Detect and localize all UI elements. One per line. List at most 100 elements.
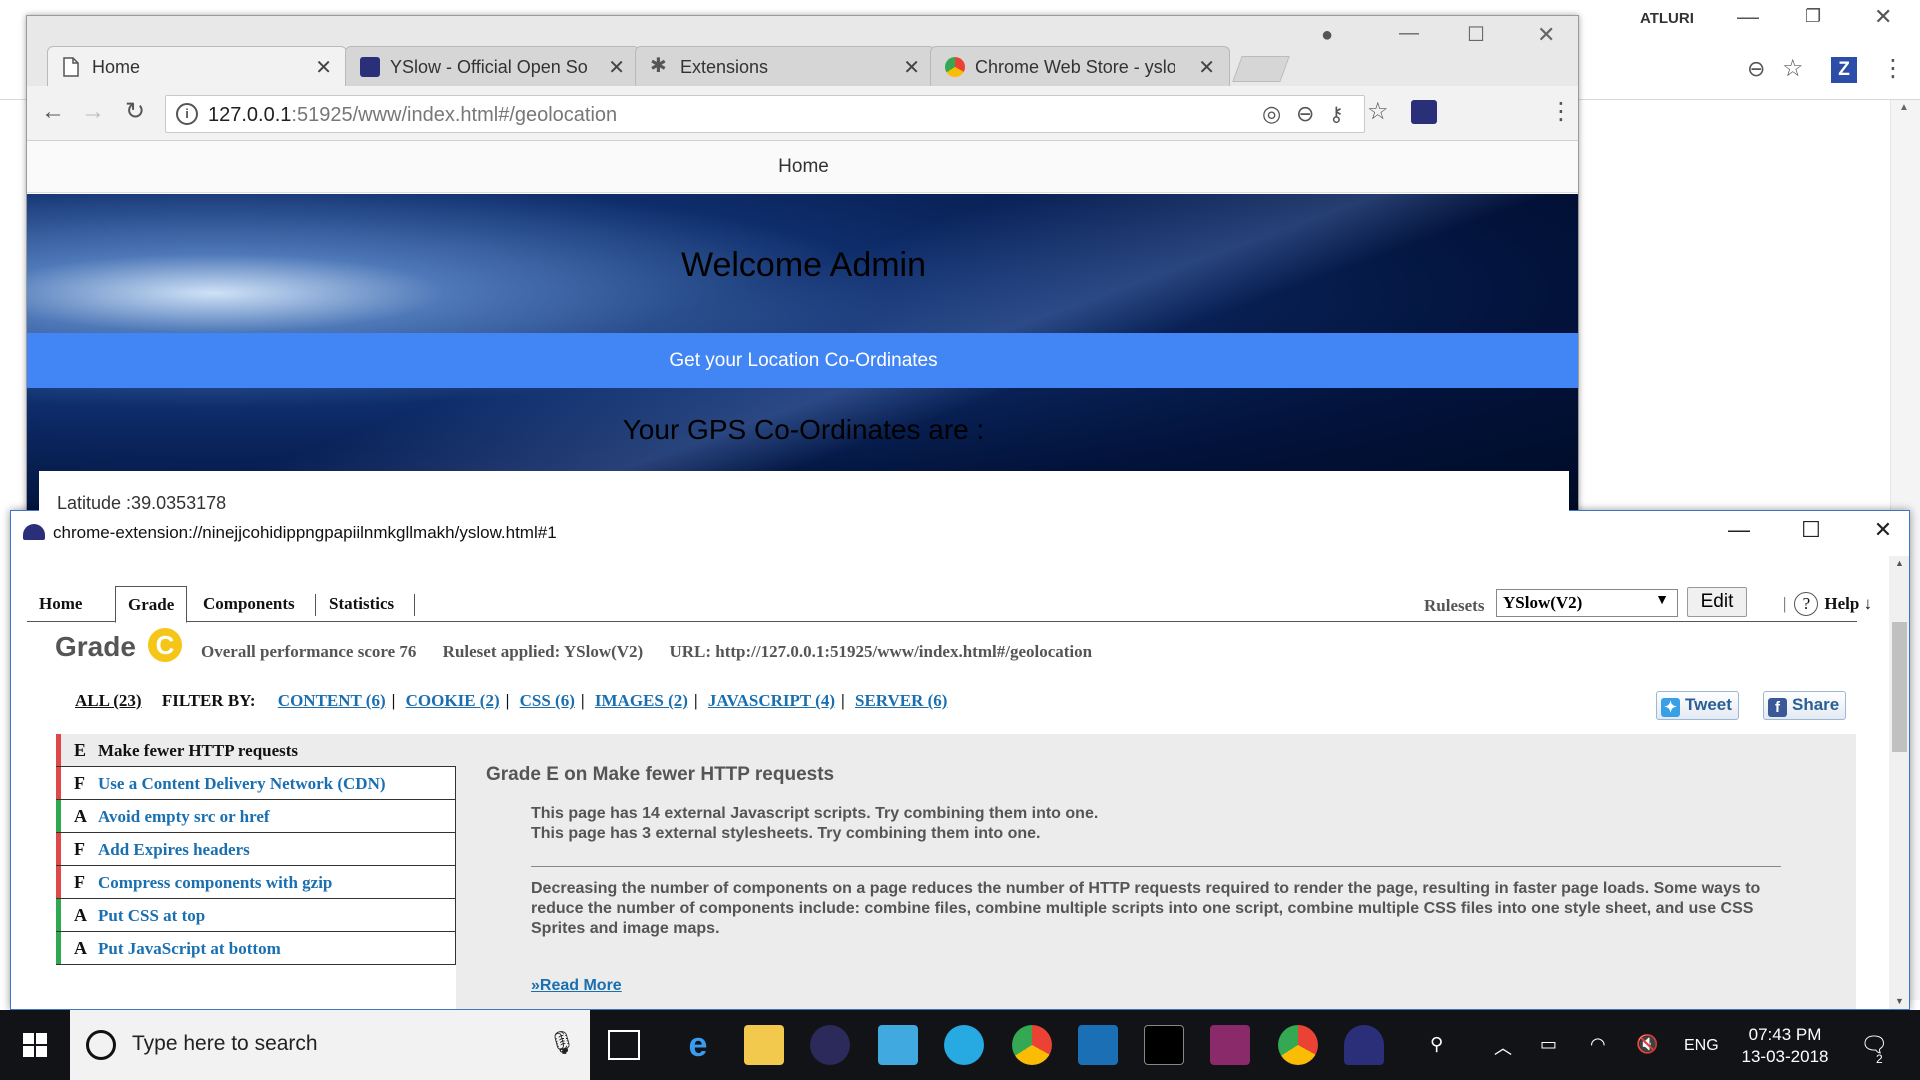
rule-item[interactable]: A Put CSS at top: [56, 899, 456, 932]
tab-home[interactable]: Home ✕: [47, 46, 347, 86]
tab-statistics[interactable]: Statistics: [317, 586, 406, 622]
back-icon[interactable]: ←: [41, 98, 65, 126]
bg-close-button[interactable]: ✕: [1874, 4, 1892, 30]
twitter-bird-icon: ✦: [1661, 698, 1680, 717]
minimize-button[interactable]: —: [1399, 22, 1419, 45]
eclipse-icon[interactable]: [810, 1025, 850, 1065]
language-indicator[interactable]: ENG: [1684, 1037, 1719, 1055]
yslow-popup-window: chrome-extension://ninejjcohidippngpapii…: [10, 510, 1910, 1010]
bg-minimize-button[interactable]: —: [1737, 4, 1759, 30]
scroll-down-icon[interactable]: ▼: [1895, 996, 1904, 1006]
clock[interactable]: 07:43 PM 13-03-2018: [1735, 1024, 1835, 1068]
navbar-title[interactable]: Home: [778, 156, 829, 177]
bg-restore-button[interactable]: ❐: [1805, 6, 1821, 27]
cortana-icon[interactable]: [86, 1030, 116, 1060]
menu-kebab-icon[interactable]: ⋮: [1881, 54, 1905, 83]
tab-extensions[interactable]: ✱ Extensions ✕: [635, 46, 935, 86]
terminal-icon[interactable]: [1144, 1025, 1184, 1065]
new-tab-button[interactable]: [1232, 56, 1290, 82]
tab-yslow[interactable]: YSlow - Official Open So ✕: [345, 46, 640, 86]
rule-status-strip: [56, 866, 61, 898]
rule-item[interactable]: E Make fewer HTTP requests: [56, 734, 456, 767]
filter-css-link[interactable]: CSS (6): [520, 691, 575, 710]
winrar-icon[interactable]: [1210, 1025, 1250, 1065]
filter-server-link[interactable]: SERVER (6): [855, 691, 947, 710]
app-icon[interactable]: [878, 1025, 918, 1065]
url-text[interactable]: 127.0.0.1:51925/www/index.html#/geolocat…: [208, 104, 617, 127]
taskbar-search-box[interactable]: Type here to search 🎙: [70, 1010, 590, 1080]
reload-icon[interactable]: ↻: [125, 97, 145, 126]
detail-title: Grade E on Make fewer HTTP requests: [486, 764, 835, 785]
read-more-link[interactable]: »Read More: [531, 977, 622, 995]
filter-content-link[interactable]: CONTENT (6): [278, 691, 386, 710]
info-icon[interactable]: i: [176, 103, 198, 125]
chevron-up-icon[interactable]: ︿: [1494, 1034, 1512, 1060]
volume-muted-icon[interactable]: 🔇: [1636, 1034, 1658, 1055]
yslow-extension-icon[interactable]: [1411, 100, 1437, 124]
zoom-icon[interactable]: ⊖: [1296, 101, 1314, 127]
edge-icon[interactable]: e: [678, 1025, 718, 1065]
menu-kebab-icon[interactable]: ⋮: [1549, 97, 1573, 126]
task-view-icon[interactable]: [608, 1030, 640, 1060]
zotero-extension-icon[interactable]: Z: [1831, 57, 1857, 83]
filter-images-link[interactable]: IMAGES (2): [595, 691, 688, 710]
bookmark-star-icon[interactable]: ☆: [1367, 97, 1389, 126]
battery-icon[interactable]: ▭: [1540, 1034, 1557, 1055]
profile-name[interactable]: ATLURI: [1640, 10, 1694, 27]
share-button[interactable]: f Share: [1763, 691, 1847, 720]
scroll-up-icon[interactable]: ▲: [1899, 102, 1909, 113]
chrome-icon[interactable]: [1012, 1025, 1052, 1065]
chrome-window: Home ✕ YSlow - Official Open So ✕ ✱ Exte…: [26, 15, 1579, 520]
rule-item[interactable]: A Put JavaScript at bottom: [56, 932, 456, 965]
people-icon[interactable]: ⚲: [1430, 1034, 1443, 1055]
popup-close-button[interactable]: ✕: [1863, 517, 1903, 543]
rule-item[interactable]: F Use a Content Delivery Network (CDN): [56, 767, 456, 800]
yslow-taskbar-icon[interactable]: [1344, 1025, 1384, 1065]
tab-components[interactable]: Components: [191, 586, 307, 622]
action-center-icon[interactable]: 🗨: [1860, 1032, 1888, 1058]
popup-minimize-button[interactable]: —: [1719, 517, 1759, 543]
tab-close-icon[interactable]: ✕: [608, 55, 625, 80]
rule-item[interactable]: A Avoid empty src or href: [56, 800, 456, 833]
tab-close-icon[interactable]: ✕: [903, 55, 920, 80]
tab-divider: [315, 594, 316, 616]
yslow-icon: [360, 57, 380, 77]
file-explorer-icon[interactable]: [744, 1025, 784, 1065]
filter-javascript-link[interactable]: JAVASCRIPT (4): [708, 691, 835, 710]
get-coordinates-button[interactable]: Get your Location Co-Ordinates: [27, 333, 1578, 388]
maximize-button[interactable]: ☐: [1467, 22, 1485, 47]
skype-icon[interactable]: [944, 1025, 984, 1065]
yslow-panel: Home Grade Components Statistics Ruleset…: [11, 556, 1881, 1009]
start-button[interactable]: [0, 1010, 70, 1080]
filter-all-link[interactable]: ALL (23): [75, 691, 142, 710]
wifi-icon[interactable]: ◠: [1590, 1034, 1606, 1055]
popup-scrollbar[interactable]: ▲ ▼: [1889, 556, 1909, 1009]
scroll-up-icon[interactable]: ▲: [1895, 558, 1904, 568]
tab-close-icon[interactable]: ✕: [1198, 55, 1215, 80]
chrome-icon[interactable]: [1278, 1025, 1318, 1065]
tweet-button[interactable]: ✦ Tweet: [1656, 691, 1739, 720]
location-target-icon[interactable]: ◎: [1262, 101, 1281, 127]
tab-grade[interactable]: Grade: [115, 586, 188, 623]
edit-ruleset-button[interactable]: Edit: [1687, 587, 1747, 617]
filter-cookie-link[interactable]: COOKIE (2): [406, 691, 500, 710]
bookmark-star-icon[interactable]: ☆: [1782, 54, 1804, 83]
microphone-icon[interactable]: 🎙: [548, 1030, 576, 1056]
popup-maximize-button[interactable]: ☐: [1791, 517, 1831, 543]
app-icon[interactable]: [1078, 1025, 1118, 1065]
rule-item[interactable]: F Compress components with gzip: [56, 866, 456, 899]
rulesets-label: Rulesets: [1424, 596, 1485, 615]
profile-icon[interactable]: ●: [1321, 24, 1333, 47]
tab-close-icon[interactable]: ✕: [315, 55, 332, 80]
tab-web-store[interactable]: Chrome Web Store - yslo ✕: [930, 46, 1230, 86]
scrollbar-thumb[interactable]: [1892, 622, 1907, 752]
forward-icon[interactable]: →: [81, 98, 105, 126]
ruleset-select[interactable]: YSlow(V2) ▼: [1496, 589, 1678, 617]
tab-yslow-home[interactable]: Home: [27, 586, 94, 622]
close-button[interactable]: ✕: [1537, 22, 1555, 48]
zoom-icon[interactable]: ⊖: [1747, 56, 1765, 82]
key-icon[interactable]: ⚷: [1329, 102, 1344, 127]
rule-item[interactable]: F Add Expires headers: [56, 833, 456, 866]
help-menu[interactable]: |? Help ↓: [1783, 592, 1872, 616]
address-bar[interactable]: i 127.0.0.1:51925/www/index.html#/geoloc…: [165, 95, 1365, 133]
